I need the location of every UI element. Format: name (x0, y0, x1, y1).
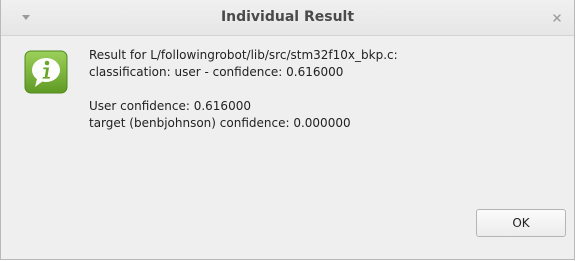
classification-line: classification: user - confidence: 0.616… (89, 65, 344, 79)
dialog-button-area: OK (1, 209, 574, 259)
ok-button[interactable]: OK (476, 209, 566, 237)
user-confidence-line: User confidence: 0.616000 (89, 99, 251, 113)
result-file-line: Result for L/followingrobot/lib/src/stm3… (89, 48, 398, 62)
title-bar: Individual Result (1, 0, 574, 36)
result-message: Result for L/followingrobot/lib/src/stm3… (89, 47, 398, 132)
target-confidence-line: target (benbjohnson) confidence: 0.00000… (89, 116, 351, 130)
close-icon (553, 14, 561, 22)
info-icon (24, 50, 68, 94)
dialog-window: Individual Result Result for L/following… (0, 0, 575, 260)
window-title: Individual Result (220, 9, 355, 25)
close-button[interactable] (550, 11, 564, 25)
